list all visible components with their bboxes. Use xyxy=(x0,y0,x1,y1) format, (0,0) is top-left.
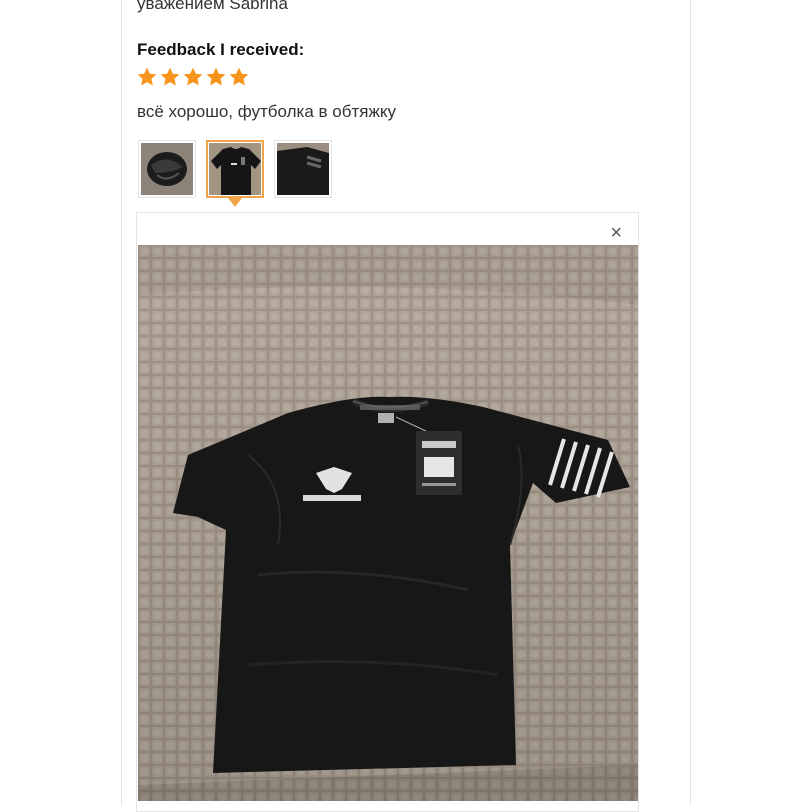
star-icon xyxy=(229,67,249,86)
star-icon xyxy=(160,67,180,86)
selected-indicator xyxy=(228,198,242,207)
thumbnail-3[interactable] xyxy=(274,140,332,198)
review-signature: уважением Sabrina xyxy=(137,0,288,13)
photo-viewer: × xyxy=(136,212,639,812)
star-icon xyxy=(183,67,203,86)
thumbnail-1[interactable] xyxy=(138,140,196,198)
photo-thumbnails xyxy=(138,140,332,207)
thumbnail-2[interactable] xyxy=(206,140,264,207)
review-photo xyxy=(138,245,638,801)
star-icon xyxy=(137,67,157,86)
star-icon xyxy=(206,67,226,86)
close-icon[interactable]: × xyxy=(610,221,622,245)
feedback-heading: Feedback I received: xyxy=(137,40,305,59)
thumbnail-image xyxy=(141,143,193,195)
star-rating xyxy=(136,66,250,92)
review-comment: всё хорошо, футболка в обтяжку xyxy=(137,102,396,121)
thumbnail-image xyxy=(277,143,329,195)
thumbnail-image xyxy=(209,143,261,195)
